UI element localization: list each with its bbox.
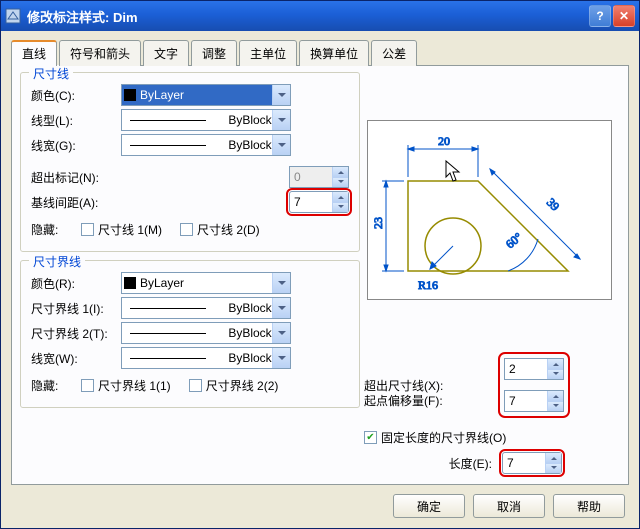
dimline-linetype-label: 线型(L): bbox=[31, 112, 121, 129]
linetype-sample-icon bbox=[130, 308, 206, 309]
extline-right-controls: 超出尺寸线(X): 2 7 起点偏移量(F): bbox=[364, 350, 612, 480]
extline-hide1-checkbox[interactable]: 尺寸界线 1(1) bbox=[81, 377, 171, 394]
dialog-buttons: 确定 取消 帮助 bbox=[393, 494, 625, 518]
ext-mark-value: 0 bbox=[294, 170, 301, 184]
extline1-combo[interactable]: ByBlock bbox=[121, 297, 291, 319]
svg-text:23: 23 bbox=[371, 217, 385, 229]
dimline-lineweight-label: 线宽(G): bbox=[31, 137, 121, 154]
fieldset-dimline-legend: 尺寸线 bbox=[29, 65, 73, 82]
dropdown-arrow-icon bbox=[272, 323, 290, 343]
lineweight-sample-icon bbox=[130, 358, 206, 359]
offset-label: 起点偏移量(F): bbox=[364, 392, 502, 409]
tab-symbols-arrows[interactable]: 符号和箭头 bbox=[59, 40, 141, 66]
beyond-spinner[interactable]: 2 bbox=[504, 358, 564, 380]
app-icon bbox=[5, 8, 21, 24]
dimline-color-combo[interactable]: ByLayer bbox=[121, 84, 291, 106]
dropdown-arrow-icon bbox=[272, 273, 290, 293]
fieldset-extline: 尺寸界线 颜色(R): ByLayer 尺寸界线 1(I): ByBlock bbox=[20, 260, 360, 408]
dimline-hide1-checkbox[interactable]: 尺寸线 1(M) bbox=[81, 221, 162, 238]
svg-text:60°: 60° bbox=[503, 230, 525, 252]
tab-alt-units[interactable]: 换算单位 bbox=[299, 40, 369, 66]
extline1-label: 尺寸界线 1(I): bbox=[31, 300, 121, 317]
dimline-color-value: ByLayer bbox=[140, 88, 184, 102]
dropdown-arrow-icon bbox=[272, 298, 290, 318]
ext-mark-label: 超出标记(N): bbox=[31, 169, 181, 186]
dimline-linetype-combo[interactable]: ByBlock bbox=[121, 109, 291, 131]
extline2-label: 尺寸界线 2(T): bbox=[31, 325, 121, 342]
dropdown-arrow-icon bbox=[272, 135, 290, 155]
dimline-color-label: 颜色(C): bbox=[31, 87, 121, 104]
fieldset-extline-legend: 尺寸界线 bbox=[29, 253, 85, 270]
dimline-hide2-checkbox[interactable]: 尺寸线 2(D) bbox=[180, 221, 260, 238]
ext-mark-spinner: 0 bbox=[289, 166, 349, 188]
extline-color-value: ByLayer bbox=[140, 276, 184, 290]
baseline-label: 基线间距(A): bbox=[31, 194, 181, 211]
tab-panel: 尺寸线 颜色(C): ByLayer 线型(L): ByBlock bbox=[11, 65, 629, 485]
offset-value: 7 bbox=[509, 394, 516, 408]
dropdown-arrow-icon bbox=[272, 85, 290, 105]
color-swatch-icon bbox=[124, 89, 136, 101]
svg-text:20: 20 bbox=[438, 134, 450, 148]
linetype-sample-icon bbox=[130, 333, 206, 334]
dimension-preview: 20 23 39 R16 bbox=[367, 120, 612, 300]
client-area: 直线 符号和箭头 文字 调整 主单位 换算单位 公差 尺寸线 颜色(C): By… bbox=[1, 31, 639, 528]
baseline-spinner[interactable]: 7 bbox=[289, 191, 349, 213]
length-value: 7 bbox=[507, 456, 514, 470]
dialog-window: 修改标注样式: Dim ? ✕ 直线 符号和箭头 文字 调整 主单位 换算单位 … bbox=[0, 0, 640, 529]
help-button[interactable]: 帮助 bbox=[553, 494, 625, 518]
tab-line[interactable]: 直线 bbox=[11, 40, 57, 66]
cancel-button[interactable]: 取消 bbox=[473, 494, 545, 518]
extline-lineweight-label: 线宽(W): bbox=[31, 350, 121, 367]
extline2-combo[interactable]: ByBlock bbox=[121, 322, 291, 344]
svg-text:R16: R16 bbox=[418, 278, 438, 292]
fieldset-dimline: 尺寸线 颜色(C): ByLayer 线型(L): ByBlock bbox=[20, 72, 360, 252]
svg-text:39: 39 bbox=[544, 195, 562, 213]
length-spinner[interactable]: 7 bbox=[502, 452, 562, 474]
tab-primary-units[interactable]: 主单位 bbox=[239, 40, 297, 66]
extline-color-label: 颜色(R): bbox=[31, 275, 121, 292]
tab-text[interactable]: 文字 bbox=[143, 40, 189, 66]
dropdown-arrow-icon bbox=[272, 110, 290, 130]
baseline-value: 7 bbox=[294, 195, 301, 209]
titlebar-close-button[interactable]: ✕ bbox=[613, 5, 635, 27]
offset-spinner[interactable]: 7 bbox=[504, 390, 564, 412]
titlebar[interactable]: 修改标注样式: Dim ? ✕ bbox=[1, 1, 639, 31]
color-swatch-icon bbox=[124, 277, 136, 289]
dropdown-arrow-icon bbox=[272, 348, 290, 368]
beyond-label: 超出尺寸线(X): bbox=[364, 377, 502, 394]
titlebar-help-button[interactable]: ? bbox=[589, 5, 611, 27]
ok-button[interactable]: 确定 bbox=[393, 494, 465, 518]
window-title: 修改标注样式: Dim bbox=[27, 7, 138, 26]
lineweight-sample-icon bbox=[130, 145, 206, 146]
linetype-sample-icon bbox=[130, 120, 206, 121]
tab-strip: 直线 符号和箭头 文字 调整 主单位 换算单位 公差 bbox=[11, 40, 629, 66]
beyond-value: 2 bbox=[509, 362, 516, 376]
dimline-hide-label: 隐藏: bbox=[31, 221, 81, 238]
extline-hide2-checkbox[interactable]: 尺寸界线 2(2) bbox=[189, 377, 279, 394]
extline-hide-label: 隐藏: bbox=[31, 377, 81, 394]
extline-color-combo[interactable]: ByLayer bbox=[121, 272, 291, 294]
tab-tolerance[interactable]: 公差 bbox=[371, 40, 417, 66]
checkmark-icon: ✔ bbox=[364, 431, 377, 444]
extline-lineweight-combo[interactable]: ByBlock bbox=[121, 347, 291, 369]
fixed-length-checkbox[interactable]: ✔ 固定长度的尺寸界线(O) bbox=[364, 429, 506, 446]
dimline-lineweight-combo[interactable]: ByBlock bbox=[121, 134, 291, 156]
length-label: 长度(E): bbox=[364, 455, 502, 472]
tab-fit[interactable]: 调整 bbox=[191, 40, 237, 66]
